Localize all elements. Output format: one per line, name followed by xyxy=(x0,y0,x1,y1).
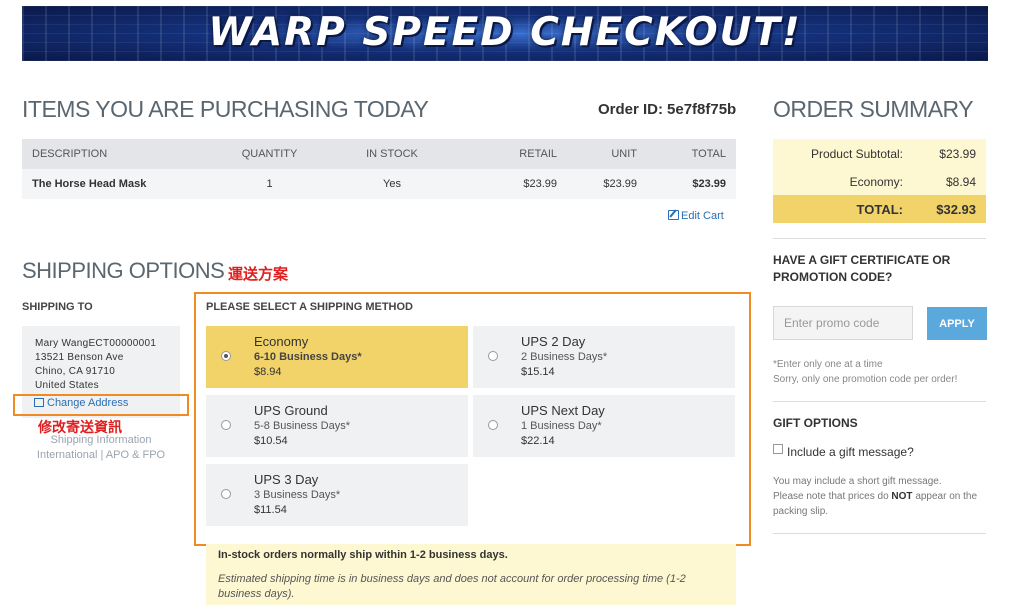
item-quantity: 1 xyxy=(212,169,327,199)
divider xyxy=(773,533,986,534)
shipping-information-links: Shipping Information International | APO… xyxy=(36,433,166,463)
promo-heading-line: HAVE A GIFT CERTIFICATE OR xyxy=(773,253,951,267)
address-line: United States xyxy=(35,380,99,391)
items-heading: ITEMS YOU ARE PURCHASING TODAY xyxy=(22,96,429,122)
promo-heading: HAVE A GIFT CERTIFICATE OR PROMOTION COD… xyxy=(773,252,973,286)
option-price: $22.14 xyxy=(521,435,555,447)
column-header-description: DESCRIPTION xyxy=(22,139,212,169)
column-header-unit: UNIT xyxy=(567,139,647,169)
option-name: UPS Next Day xyxy=(521,403,605,418)
column-header-quantity: QUANTITY xyxy=(212,139,327,169)
option-name: Economy xyxy=(254,334,309,349)
option-name: UPS 2 Day xyxy=(521,334,586,349)
table-header-row: DESCRIPTION QUANTITY IN STOCK RETAIL UNI… xyxy=(22,139,736,169)
subtotal-value: $23.99 xyxy=(939,147,976,161)
gift-message-checkbox[interactable] xyxy=(773,444,783,454)
shipping-option-economy[interactable]: Economy 6-10 Business Days* $8.94 xyxy=(206,326,468,388)
item-unit: $23.99 xyxy=(567,169,647,199)
total-value: $32.93 xyxy=(936,202,976,217)
apply-button[interactable]: APPLY xyxy=(927,307,987,340)
radio-button[interactable] xyxy=(221,489,231,499)
radio-button[interactable] xyxy=(221,351,231,361)
option-days: 5-8 Business Days* xyxy=(254,420,350,432)
banner-title: WARP SPEED CHECKOUT! xyxy=(208,10,802,55)
shipping-option-ups-3-day[interactable]: UPS 3 Day 3 Business Days* $11.54 xyxy=(206,464,468,526)
option-price: $11.54 xyxy=(254,504,287,516)
divider xyxy=(773,401,986,402)
shipping-address: Mary WangECT00000001 13521 Benson Ave Ch… xyxy=(35,337,156,393)
shipping-option-ups-next-day[interactable]: UPS Next Day 1 Business Day* $22.14 xyxy=(473,395,735,457)
edit-icon xyxy=(34,398,44,407)
promo-note-line: Sorry, only one promotion code per order… xyxy=(773,374,958,385)
radio-button[interactable] xyxy=(221,420,231,430)
subtotal-label: Product Subtotal: xyxy=(810,147,903,161)
item-total: $23.99 xyxy=(647,169,736,199)
shipping-cost-value: $8.94 xyxy=(945,175,976,189)
radio-button[interactable] xyxy=(488,420,498,430)
option-days: 3 Business Days* xyxy=(254,489,341,501)
international-apo-fpo-link[interactable]: International | APO & FPO xyxy=(36,448,166,463)
option-price: $15.14 xyxy=(521,366,555,378)
option-days: 6-10 Business Days* xyxy=(254,351,362,363)
promo-note: *Enter only one at a time Sorry, only on… xyxy=(773,357,957,387)
option-price: $10.54 xyxy=(254,435,288,447)
address-line: Mary WangECT00000001 xyxy=(35,338,157,349)
column-header-retail: RETAIL xyxy=(457,139,567,169)
gift-message-label[interactable]: Include a gift message? xyxy=(787,445,914,459)
change-address-link[interactable]: Change Address xyxy=(34,397,128,409)
radio-button[interactable] xyxy=(488,351,498,361)
shipping-annotation: 運送方案 xyxy=(228,266,289,283)
shipping-note: In-stock orders normally ship within 1-2… xyxy=(218,549,508,561)
table-row: The Horse Head Mask 1 Yes $23.99 $23.99 … xyxy=(22,169,736,199)
address-line: Chino, CA 91710 xyxy=(35,366,116,377)
shipping-time-note: Estimated shipping time is in business d… xyxy=(218,573,686,600)
shipping-method-label: PLEASE SELECT A SHIPPING METHOD xyxy=(206,301,413,313)
item-retail: $23.99 xyxy=(457,169,567,199)
edit-icon xyxy=(668,210,679,220)
promo-note-line: *Enter only one at a time xyxy=(773,359,883,370)
order-id-value: 5e7f8f75b xyxy=(667,101,737,118)
gift-note-emphasis: NOT xyxy=(891,491,913,502)
change-address-label: Change Address xyxy=(47,397,129,409)
gift-note: You may include a short gift message. Pl… xyxy=(773,474,983,519)
shipping-information-link[interactable]: Shipping Information xyxy=(36,433,166,448)
address-line: 13521 Benson Ave xyxy=(35,352,124,363)
option-days: 1 Business Day* xyxy=(521,420,602,432)
shipping-option-ups-2-day[interactable]: UPS 2 Day 2 Business Days* $15.14 xyxy=(473,326,735,388)
option-name: UPS 3 Day xyxy=(254,472,319,487)
shipping-option-ups-ground[interactable]: UPS Ground 5-8 Business Days* $10.54 xyxy=(206,395,468,457)
column-header-in-stock: IN STOCK xyxy=(327,139,457,169)
option-name: UPS Ground xyxy=(254,403,328,418)
edit-cart-link[interactable]: Edit Cart xyxy=(668,210,724,222)
order-summary-heading: ORDER SUMMARY xyxy=(773,96,974,122)
option-days: 2 Business Days* xyxy=(521,351,608,363)
option-price: $8.94 xyxy=(254,366,282,378)
gift-note-line: Please note that prices do NOT appear on… xyxy=(773,489,983,519)
shipping-cost-label: Economy: xyxy=(849,175,903,189)
column-header-total: TOTAL xyxy=(647,139,736,169)
gift-note-text: Please note that prices do xyxy=(773,491,889,502)
shipping-to-label: SHIPPING TO xyxy=(22,301,93,313)
checkout-banner: WARP SPEED CHECKOUT! xyxy=(22,6,988,61)
promo-heading-line: PROMOTION CODE? xyxy=(773,270,893,284)
promo-code-input[interactable] xyxy=(773,306,913,340)
shipping-heading: SHIPPING OPTIONS xyxy=(22,258,225,283)
edit-cart-label: Edit Cart xyxy=(681,210,724,222)
items-table: DESCRIPTION QUANTITY IN STOCK RETAIL UNI… xyxy=(22,139,736,199)
divider xyxy=(773,238,986,239)
gift-note-line: You may include a short gift message. xyxy=(773,476,942,487)
total-label: TOTAL: xyxy=(856,202,903,217)
order-id: Order ID: 5e7f8f75b xyxy=(598,101,736,118)
order-id-label: Order ID: xyxy=(598,101,664,118)
item-description: The Horse Head Mask xyxy=(22,169,212,199)
item-in-stock: Yes xyxy=(327,169,457,199)
gift-options-heading: GIFT OPTIONS xyxy=(773,416,858,430)
